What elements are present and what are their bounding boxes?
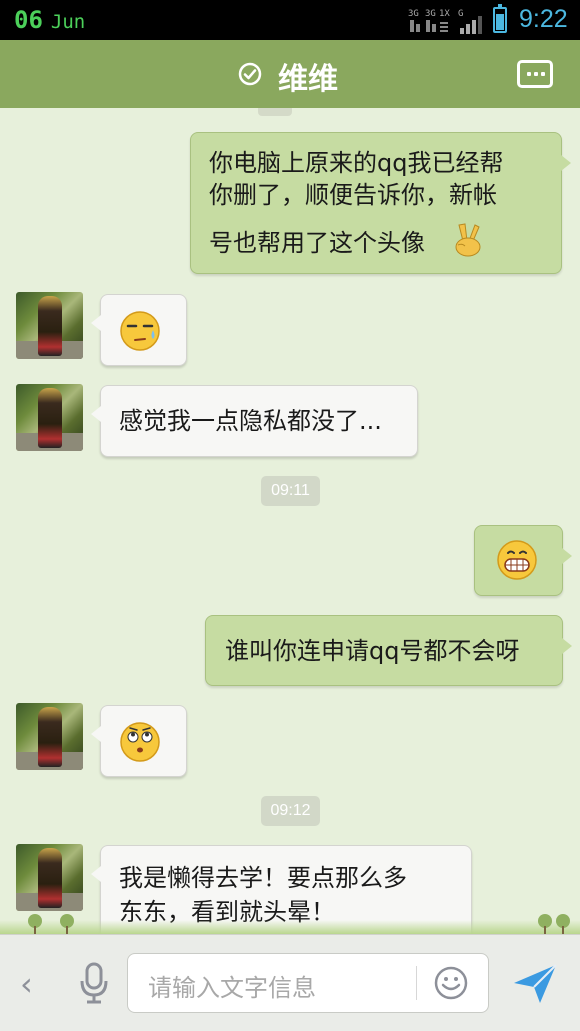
timestamp: 09:11 [261,476,320,506]
message-bubble-sent[interactable]: 你电脑上原来的qq我已经帮 你删了，顺便告诉你，新帐 号也帮用了这个头像 [190,132,571,274]
tree-decoration [538,914,552,934]
chevron-left-icon[interactable]: ‹ [20,965,33,1003]
check-circle-icon [238,62,262,86]
status-time: 9:22 [519,5,568,33]
message-text: 谁叫你连申请qq号都不会呀 [225,637,520,665]
contact-avatar[interactable] [16,844,83,911]
message-input-placeholder: 请输入文字信息 [148,974,316,1002]
grass-decoration [0,920,580,934]
contact-avatar[interactable] [16,292,83,359]
message-text-line-1: 你电脑上原来的qq我已经帮 [209,149,504,177]
contact-name: 维维 [278,62,338,97]
message-input[interactable]: 请输入文字信息 [127,953,489,1013]
message-text-line-1: 我是懒得去学！要点那么多 [119,864,407,892]
message-text-line-2: 你删了，顺便告诉你，新帐 [209,181,497,209]
message-input-bar: ‹ 请输入文字信息 [0,934,580,1031]
network-label-2: 3G [425,9,436,19]
status-month: Jun [50,11,86,33]
message-bubble-received[interactable] [91,294,187,366]
network-label-1: 3G [408,9,419,19]
smiley-icon[interactable] [433,965,469,1001]
message-text-line-3: 号也帮用了这个头像 [209,229,425,257]
input-divider [416,966,417,1000]
microphone-icon[interactable] [78,961,110,1005]
status-date: 06 Jun [14,6,85,34]
victory-hand-emoji [455,223,481,257]
battery-icon [493,4,507,33]
more-menu-icon[interactable] [517,60,553,88]
send-icon[interactable] [512,961,558,1005]
chat-header: 维维 [0,40,580,112]
message-bubble-sent[interactable] [474,525,572,596]
message-text: 感觉我一点隐私都没了... [119,407,382,435]
sweat-face-emoji [120,311,160,351]
eye-roll-face-emoji [120,722,160,762]
contact-avatar[interactable] [16,703,83,770]
signal-icon: 3G 3G 1X G [408,9,482,34]
scroll-indicator [258,108,292,116]
grin-face-emoji [497,540,537,580]
status-day: 06 [14,6,43,34]
network-label-4: G [458,9,463,19]
message-bubble-sent[interactable]: 谁叫你连申请qq号都不会呀 [205,615,572,686]
message-bubble-received[interactable] [91,705,187,777]
contact-avatar[interactable] [16,384,83,451]
chat-messages[interactable]: 你电脑上原来的qq我已经帮 你删了，顺便告诉你，新帐 号也帮用了这个头像 感觉我… [0,108,580,934]
message-bubble-received[interactable]: 感觉我一点隐私都没了... [91,385,418,457]
tree-decoration [28,914,42,934]
timestamp: 09:12 [261,796,320,826]
status-bar: 06 Jun 3G 3G 1X G 9:22 [0,0,580,40]
network-label-3: 1X [439,9,450,19]
tree-decoration [60,914,74,934]
tree-decoration [556,914,570,934]
